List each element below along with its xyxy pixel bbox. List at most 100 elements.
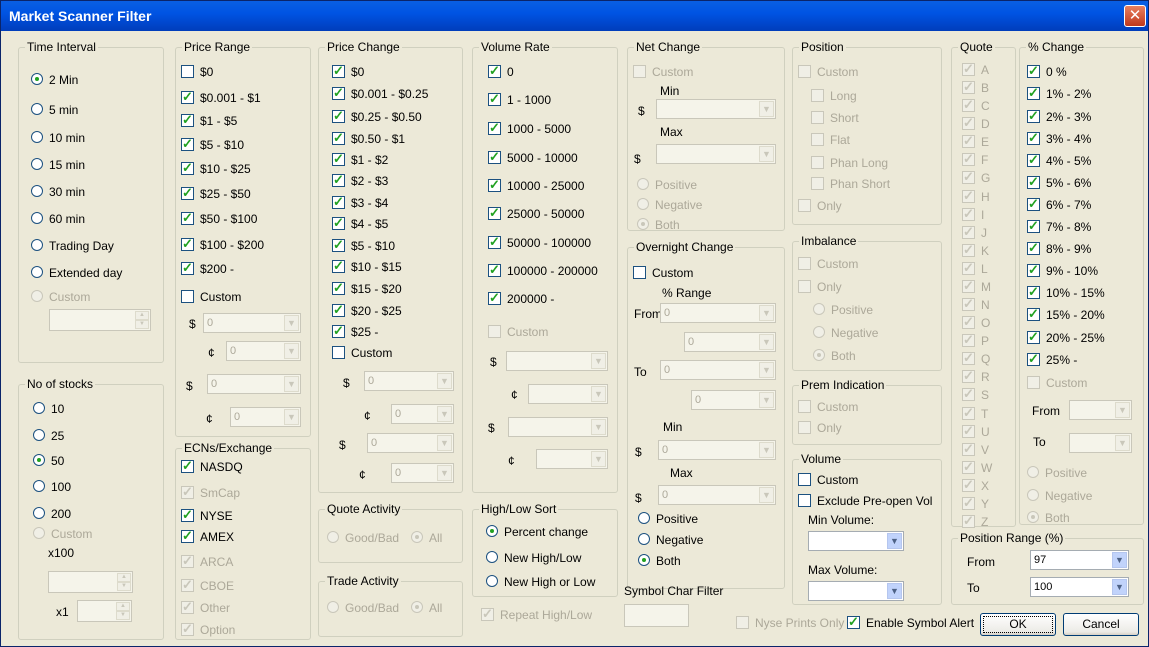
- radio-icon: [486, 551, 498, 563]
- radio-trade-goodbad: Good/Bad: [327, 601, 399, 615]
- checkbox-price-range-6[interactable]: $50 - $100: [181, 211, 257, 226]
- checkbox-price-range-1[interactable]: $0.001 - $1: [181, 90, 261, 105]
- checkbox-pct-9-label: 9% - 10%: [1046, 264, 1099, 278]
- pos-from-dd[interactable]: 97 ▼: [1030, 550, 1129, 570]
- cancel-button[interactable]: Cancel: [1063, 613, 1139, 636]
- checkbox-volume-1[interactable]: 1 - 1000: [488, 92, 551, 107]
- checkbox-enable-symbol-alert[interactable]: Enable Symbol Alert: [847, 615, 974, 630]
- checkbox-price-change-12[interactable]: $25 -: [332, 324, 378, 339]
- checkbox-pct-13[interactable]: 25% -: [1027, 352, 1077, 367]
- checkbox-price-change-10[interactable]: $15 - $20: [332, 281, 402, 296]
- checkbox-pct-9[interactable]: 9% - 10%: [1027, 263, 1099, 278]
- oc-max-label: Max: [670, 466, 693, 480]
- radio-overnight-2[interactable]: Both: [638, 554, 681, 568]
- checkbox-volume-6[interactable]: 50000 - 100000: [488, 235, 591, 250]
- checkbox-price-change-0[interactable]: $0: [332, 64, 364, 79]
- radio-highlow-2[interactable]: New High or Low: [486, 575, 595, 589]
- checkbox-volume-8[interactable]: 200000 -: [488, 291, 554, 306]
- checkbox-pct-8[interactable]: 8% - 9%: [1027, 241, 1091, 256]
- checkbox-price-range-9[interactable]: Custom: [181, 290, 241, 304]
- pr-dd-2: 0 ▼: [226, 341, 301, 361]
- radio-time-1[interactable]: 5 min: [31, 103, 78, 117]
- checkbox-pct-6[interactable]: 6% - 7%: [1027, 197, 1091, 212]
- checkbox-volume-2[interactable]: 1000 - 5000: [488, 121, 571, 136]
- checkbox-price-range-3[interactable]: $5 - $10: [181, 137, 244, 152]
- radio-time-2[interactable]: 10 min: [31, 131, 85, 145]
- checkbox-price-range-5[interactable]: $25 - $50: [181, 186, 251, 201]
- checkbox-pct-3[interactable]: 3% - 4%: [1027, 131, 1091, 146]
- chevron-down-icon: ▼: [759, 362, 774, 378]
- checkbox-pct-4[interactable]: 4% - 5%: [1027, 153, 1091, 168]
- checkbox-price-change-8[interactable]: $5 - $10: [332, 238, 395, 253]
- checkbox-quote-R-label: R: [981, 370, 990, 385]
- radio-stocks-2[interactable]: 50: [33, 454, 64, 468]
- checkbox-ecn-3[interactable]: AMEX: [181, 529, 234, 544]
- radio-stocks-3[interactable]: 100: [33, 480, 71, 494]
- checkbox-pct-11[interactable]: 15% - 20%: [1027, 307, 1105, 322]
- radio-highlow-1[interactable]: New High/Low: [486, 551, 581, 565]
- checkbox-price-range-8[interactable]: $200 -: [181, 261, 234, 276]
- checkbox-volume-7[interactable]: 100000 - 200000: [488, 263, 598, 278]
- checkbox-volume-4[interactable]: 10000 - 25000: [488, 178, 584, 193]
- radio-stocks-0[interactable]: 10: [33, 402, 64, 416]
- checkbox-icon: [1027, 285, 1040, 299]
- checkbox-pct-2[interactable]: 2% - 3%: [1027, 109, 1091, 124]
- oc-from-label: From: [634, 307, 662, 321]
- radio-time-7[interactable]: Extended day: [31, 266, 122, 280]
- checkbox-volume-3[interactable]: 5000 - 10000: [488, 150, 578, 165]
- radio-time-5[interactable]: 60 min: [31, 212, 85, 226]
- checkbox-overnight-custom[interactable]: Custom: [633, 266, 693, 280]
- pos-to-dd[interactable]: 100 ▼: [1030, 577, 1129, 597]
- radio-stocks-4[interactable]: 200: [33, 507, 71, 521]
- min-volume-dd[interactable]: ▼: [808, 531, 904, 551]
- checkbox-exclude-preopen[interactable]: Exclude Pre-open Vol: [798, 494, 932, 508]
- checkbox-price-range-4[interactable]: $10 - $25: [181, 161, 251, 176]
- chevron-down-icon: ▼: [759, 146, 774, 162]
- max-volume-dd[interactable]: ▼: [808, 581, 904, 601]
- radio-time-3[interactable]: 15 min: [31, 158, 85, 172]
- checkbox-price-change-5[interactable]: $2 - $3: [332, 173, 388, 188]
- checkbox-price-change-1[interactable]: $0.001 - $0.25: [332, 86, 429, 101]
- radio-time-4[interactable]: 30 min: [31, 185, 85, 199]
- radio-stocks-1[interactable]: 25: [33, 429, 64, 443]
- close-icon[interactable]: ✕: [1124, 5, 1146, 27]
- radio-time-0[interactable]: 2 Min: [31, 73, 78, 87]
- checkbox-price-change-7[interactable]: $4 - $5: [332, 216, 388, 231]
- checkbox-pct-10[interactable]: 10% - 15%: [1027, 285, 1105, 300]
- checkbox-price-change-3[interactable]: $0.50 - $1: [332, 131, 405, 146]
- pos-to-label: To: [967, 581, 980, 595]
- checkbox-quote-R: R: [962, 369, 990, 385]
- radio-icon: [327, 601, 339, 613]
- checkbox-price-change-13[interactable]: Custom: [332, 346, 392, 360]
- checkbox-quote-G-label: G: [981, 171, 991, 186]
- checkbox-price-change-1-label: $0.001 - $0.25: [351, 87, 429, 101]
- checkbox-pct-12[interactable]: 20% - 25%: [1027, 330, 1105, 345]
- checkbox-volume-0[interactable]: 0: [488, 64, 514, 79]
- ok-button[interactable]: OK: [980, 613, 1056, 636]
- checkbox-icon: [1027, 175, 1040, 189]
- checkbox-price-range-0[interactable]: $0: [181, 65, 213, 79]
- checkbox-pct-7[interactable]: 7% - 8%: [1027, 219, 1091, 234]
- chevron-down-icon: ▼: [887, 533, 902, 549]
- checkbox-pct-5[interactable]: 5% - 6%: [1027, 175, 1091, 190]
- checkbox-price-change-6[interactable]: $3 - $4: [332, 195, 388, 210]
- checkbox-ecn-2[interactable]: NYSE: [181, 508, 233, 523]
- radio-highlow-0[interactable]: Percent change: [486, 525, 588, 539]
- checkbox-pct-1[interactable]: 1% - 2%: [1027, 86, 1091, 101]
- radio-time-6[interactable]: Trading Day: [31, 239, 114, 253]
- pc-dd-4-value: 0: [395, 467, 402, 479]
- checkbox-price-range-2[interactable]: $1 - $5: [181, 113, 237, 128]
- checkbox-volume-5[interactable]: 25000 - 50000: [488, 206, 584, 221]
- checkbox-quote-J: J: [962, 225, 987, 240]
- checkbox-ecn-0[interactable]: NASDQ: [181, 459, 243, 474]
- checkbox-price-change-11[interactable]: $20 - $25: [332, 303, 402, 318]
- checkbox-quote-D: D: [962, 116, 990, 131]
- radio-overnight-1[interactable]: Negative: [638, 533, 703, 547]
- checkbox-price-change-4[interactable]: $1 - $2: [332, 152, 388, 167]
- checkbox-price-change-2[interactable]: $0.25 - $0.50: [332, 109, 422, 124]
- radio-overnight-0[interactable]: Positive: [638, 512, 698, 526]
- checkbox-price-change-9[interactable]: $10 - $15: [332, 259, 402, 274]
- checkbox-pct-0[interactable]: 0 %: [1027, 64, 1067, 79]
- checkbox-volume-custom[interactable]: Custom: [798, 473, 858, 487]
- checkbox-price-range-7[interactable]: $100 - $200: [181, 237, 264, 252]
